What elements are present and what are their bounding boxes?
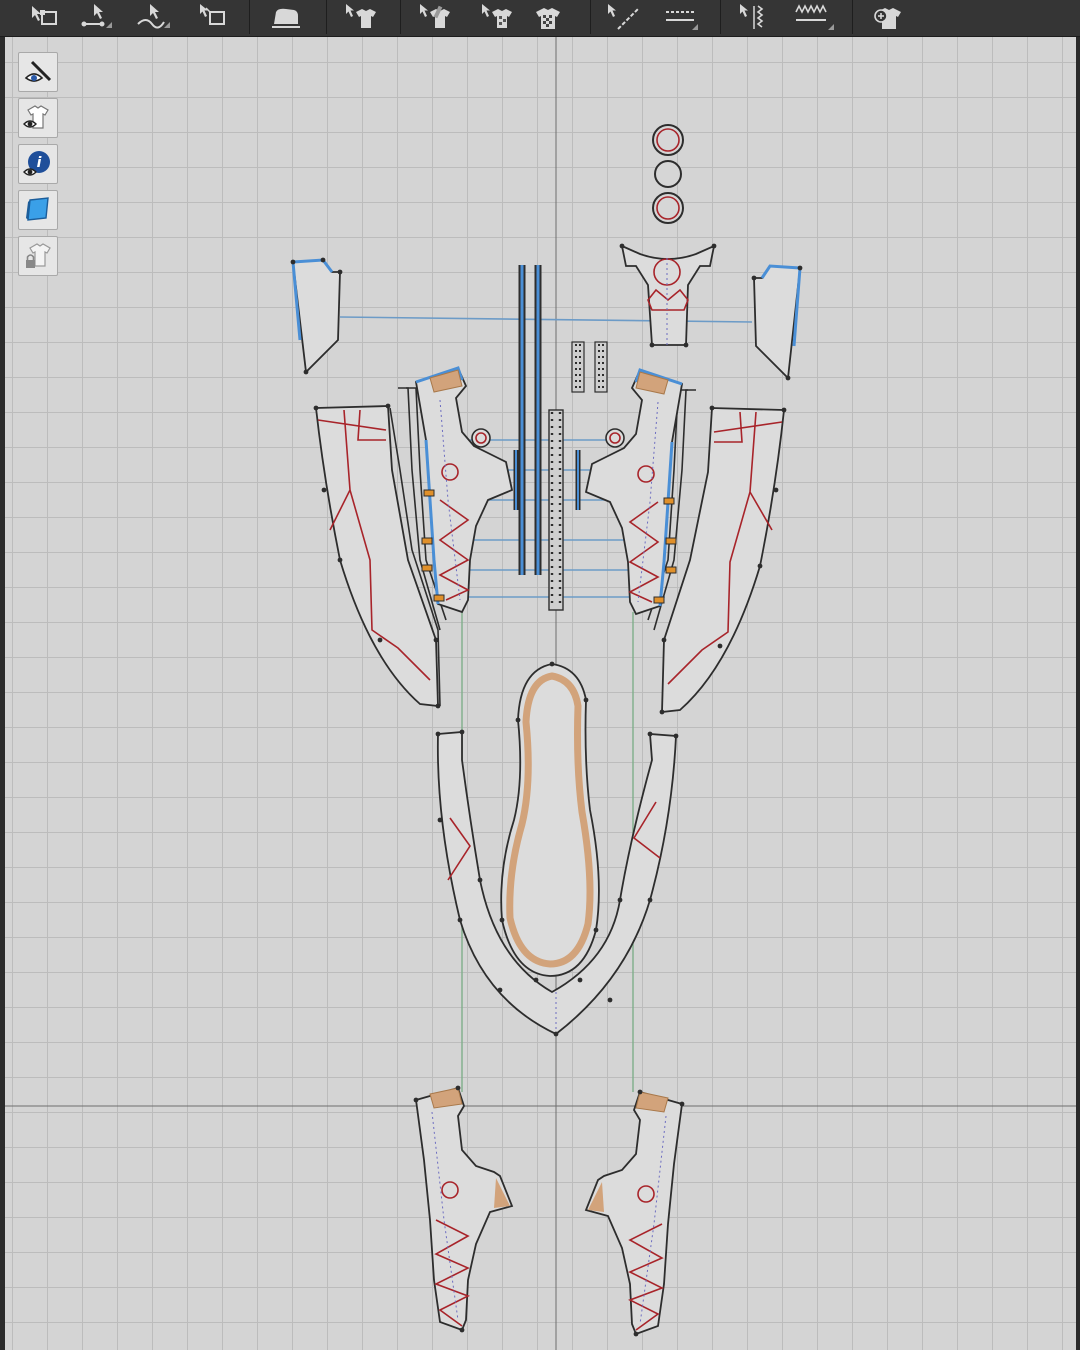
internal-line-tool-icon[interactable] bbox=[600, 0, 648, 34]
edit-uv-tool-icon[interactable] bbox=[474, 0, 522, 34]
transform-pattern-tool-icon[interactable] bbox=[188, 0, 236, 34]
vamp-lower-left[interactable] bbox=[415, 1086, 514, 1332]
vamp-upper-right[interactable] bbox=[584, 368, 684, 616]
show-garment-icon[interactable] bbox=[18, 98, 58, 138]
collar-piece-right[interactable] bbox=[753, 264, 802, 380]
insole-piece[interactable] bbox=[500, 663, 600, 977]
top-toolbar bbox=[0, 0, 1080, 37]
show-pattern-outline-icon[interactable] bbox=[18, 52, 58, 92]
checker-grid-tool-icon[interactable] bbox=[524, 0, 572, 34]
side-view-toolbar: i bbox=[18, 52, 60, 282]
edit-texture-tool-icon[interactable] bbox=[412, 0, 460, 34]
svg-text:i: i bbox=[37, 155, 42, 171]
edit-point-tool-icon[interactable] bbox=[72, 0, 120, 34]
collar-piece-left[interactable] bbox=[291, 258, 341, 374]
show-pattern-info-icon[interactable]: i bbox=[18, 144, 58, 184]
eyelet-loops[interactable] bbox=[471, 428, 625, 448]
segment-line-tool-icon[interactable] bbox=[656, 0, 704, 34]
sewing-tool-icon[interactable] bbox=[732, 0, 780, 34]
vamp-lower-right[interactable] bbox=[584, 1090, 683, 1336]
add-pattern-tool-icon[interactable] bbox=[862, 0, 912, 34]
tongue-top-piece[interactable] bbox=[620, 244, 716, 346]
right-edge-strip bbox=[1076, 37, 1080, 1350]
eyestay-strap-pieces[interactable] bbox=[513, 265, 581, 575]
lock-garment-icon[interactable] bbox=[18, 236, 58, 276]
edit-pattern-tool-icon[interactable] bbox=[20, 0, 68, 34]
quarter-panel-right[interactable] bbox=[661, 407, 785, 714]
elastic-sewing-tool-icon[interactable] bbox=[786, 0, 842, 34]
eyelet-circles[interactable] bbox=[652, 124, 684, 224]
pattern-workspace-2d[interactable]: i bbox=[5, 37, 1076, 1350]
fold-arrangement-tool-icon[interactable] bbox=[262, 0, 310, 34]
quarter-panel-left[interactable] bbox=[314, 405, 441, 708]
pattern-canvas[interactable] bbox=[5, 37, 1076, 1350]
show-fabric-texture-icon[interactable] bbox=[18, 190, 58, 230]
edit-curvature-tool-icon[interactable] bbox=[128, 0, 176, 34]
select-garment-tool-icon[interactable] bbox=[338, 0, 386, 34]
